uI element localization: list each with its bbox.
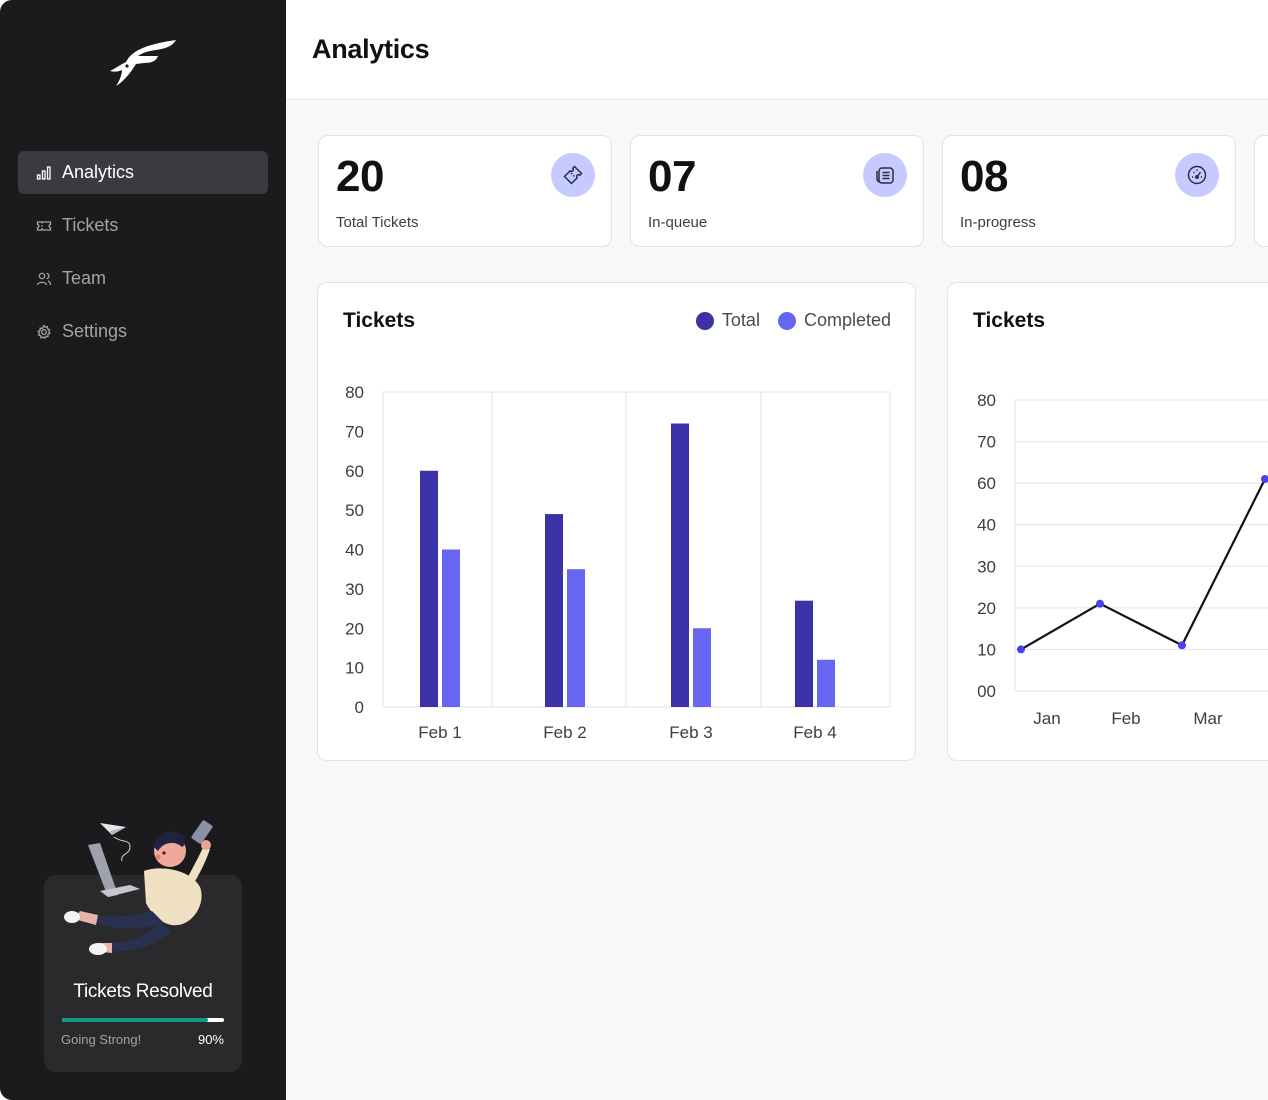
bar-completed [442,549,460,707]
tickets-resolved-title: Tickets Resolved [73,981,213,1002]
bar-completed [693,628,711,707]
ticket-icon [551,153,595,197]
y-tick-label: 70 [977,433,996,452]
resolved-status-text: Going Strong! [61,1032,142,1047]
y-tick-label: 80 [345,383,364,402]
sidebar-item-label: Team [62,268,107,288]
bar-total [545,514,563,707]
data-point [1017,645,1025,654]
stat-value: 08 [960,152,1008,201]
line-chart: 00 10 20 30 40 60 70 80 Jan Feb Mar [977,391,1268,728]
y-tick-label: 60 [977,474,996,493]
sidebar-item-label: Tickets [62,215,119,235]
x-tick-label: Feb 4 [793,723,836,742]
y-tick-label: 0 [355,698,364,717]
y-tick-label: 70 [345,422,364,441]
line-chart-card: Tickets 00 10 20 30 40 60 70 80 Jan Feb Mar [947,282,1268,761]
x-tick-label: Feb [1111,709,1140,728]
stat-value: 07 [648,152,696,201]
sidebar-item-tickets[interactable]: Tickets [18,204,268,247]
speedometer-icon [1175,153,1219,197]
y-tick-label: 40 [977,516,996,535]
list-icon [863,153,907,197]
bar-total [671,423,689,707]
ticket-icon [36,218,52,234]
page-header: Analytics [286,0,1268,100]
bar-completed [817,659,835,707]
main-content: Analytics 20 Total Tickets 07 In-queue 0… [286,0,1268,1100]
brand-logo[interactable] [108,36,180,90]
data-point [1178,641,1186,650]
stat-label: In-queue [648,214,708,231]
y-tick-label: 10 [977,640,996,659]
stat-card-partial[interactable] [1254,135,1268,247]
x-tick-label: Feb 2 [543,723,586,742]
stat-value: 20 [336,152,384,201]
stat-card-total-tickets[interactable]: 20 Total Tickets [318,135,612,247]
stat-card-in-queue[interactable]: 07 In-queue [630,135,924,247]
gear-icon [36,323,52,340]
stat-card-in-progress[interactable]: 08 In-progress [942,135,1236,247]
stat-label: In-progress [960,214,1036,231]
x-tick-label: Jan [1033,709,1060,728]
bar-chart: 0 10 20 30 40 50 60 70 80 Feb 1 Feb 2 Feb 3 Feb 4 [345,383,891,742]
users-icon [36,271,52,287]
sidebar-item-settings[interactable]: Settings [18,310,268,353]
y-tick-label: 60 [345,462,364,481]
bar-total [795,600,813,707]
x-tick-label: Feb 1 [418,723,461,742]
sidebar-item-label: Analytics [62,162,135,182]
data-point [1261,474,1268,483]
resolved-progress-bar [62,1018,224,1022]
sidebar-item-label: Settings [62,321,128,341]
bar-completed [567,569,585,707]
y-tick-label: 30 [345,580,364,599]
character-illustration [60,815,230,965]
sidebar-nav: Analytics Tickets Team Settings [18,151,268,363]
x-tick-label: Mar [1193,709,1223,728]
x-tick-label: Feb 3 [669,723,712,742]
sidebar: Analytics Tickets Team Settings Tickets … [0,0,286,1100]
page-title: Analytics [312,34,430,64]
y-tick-label: 20 [345,619,364,638]
bar-total [420,470,438,707]
y-tick-label: 00 [977,682,996,701]
y-tick-label: 20 [977,599,996,618]
data-point [1096,599,1104,608]
sidebar-item-team[interactable]: Team [18,257,268,300]
y-tick-label: 30 [977,557,996,576]
bar-chart-icon [36,165,52,181]
stat-label: Total Tickets [336,214,419,231]
resolved-percent: 90% [197,1032,224,1047]
y-tick-label: 40 [345,541,364,560]
series-line [1020,478,1266,651]
resolved-progress-fill [62,1018,208,1022]
y-tick-label: 80 [977,391,996,410]
bar-chart-card: Tickets Total Completed 0 10 20 30 40 50 60 70 8… [317,282,916,761]
sidebar-item-analytics[interactable]: Analytics [18,151,268,194]
y-tick-label: 10 [345,659,364,678]
app-window: Analytics Tickets Team Settings Tickets … [0,0,1268,1100]
y-tick-label: 50 [345,501,364,520]
